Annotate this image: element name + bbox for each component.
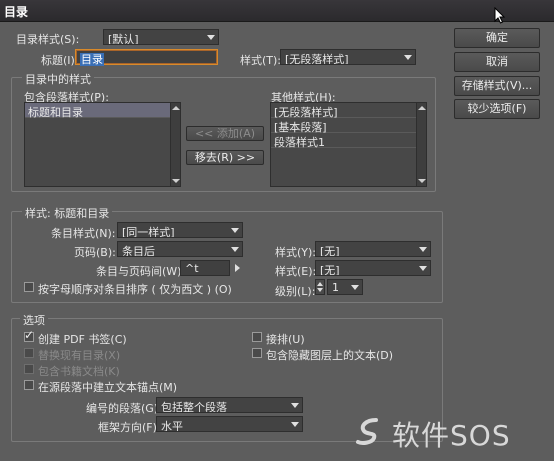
title-input[interactable]: 目录 bbox=[75, 49, 218, 66]
stepper-down-icon[interactable] bbox=[317, 288, 323, 292]
level-dropdown[interactable]: 1 bbox=[327, 279, 363, 295]
list-item[interactable]: 段落样式1 bbox=[271, 133, 426, 149]
replace-existing-checkbox[interactable] bbox=[24, 348, 34, 358]
checkmark-icon: ✓ bbox=[24, 328, 35, 342]
include-book-label: 包含书籍文档(K) bbox=[38, 365, 120, 378]
page-style-dropdown[interactable]: [无] bbox=[315, 241, 431, 257]
scroll-down-icon[interactable] bbox=[172, 179, 180, 183]
scroll-down-icon[interactable] bbox=[418, 179, 426, 183]
chevron-down-icon bbox=[231, 247, 239, 252]
sort-alpha-checkbox[interactable] bbox=[24, 282, 34, 292]
numbered-label: 编号的段落(G): bbox=[86, 402, 162, 415]
between-style-value: [无] bbox=[320, 264, 340, 276]
add-button[interactable]: << 添加(A) bbox=[186, 126, 264, 141]
options-group-title: 选项 bbox=[20, 312, 48, 328]
chevron-down-icon bbox=[207, 35, 215, 40]
numbered-dropdown[interactable]: 包括整个段落 bbox=[156, 397, 303, 413]
include-hidden-checkbox[interactable] bbox=[252, 348, 262, 358]
include-styles-list[interactable]: 标题和目录 bbox=[24, 102, 181, 187]
level-label: 级别(L): bbox=[275, 285, 316, 298]
watermark-logo-icon bbox=[356, 418, 378, 445]
create-anchor-label: 在源段落中建立文本锚点(M) bbox=[38, 381, 178, 394]
replace-existing-label: 替换现有目录(X) bbox=[38, 349, 121, 362]
chevron-down-icon bbox=[404, 55, 412, 60]
remove-button[interactable]: 移去(R) >> bbox=[186, 150, 264, 165]
toc-style-label: 目录样式(S): bbox=[16, 33, 80, 46]
chevron-down-icon bbox=[419, 247, 427, 252]
between-style-label: 样式(E): bbox=[275, 265, 317, 278]
page-style-value: [无] bbox=[320, 245, 340, 257]
level-value: 1 bbox=[332, 281, 339, 294]
fewer-options-button[interactable]: 较少选项(F) bbox=[454, 99, 540, 119]
title-style-value: [无段落样式] bbox=[285, 53, 349, 65]
entry-style-label: 条目样式(N): bbox=[51, 227, 116, 240]
frame-direction-value: 水平 bbox=[161, 420, 183, 432]
level-stepper[interactable] bbox=[315, 279, 325, 295]
scroll-up-icon[interactable] bbox=[172, 106, 180, 110]
entry-style-dropdown[interactable]: [同一样式] bbox=[117, 222, 243, 238]
list-item[interactable]: [基本段落] bbox=[271, 118, 426, 134]
watermark-text: 软件SOS bbox=[392, 419, 511, 452]
page-number-label: 页码(B): bbox=[74, 246, 116, 259]
page-number-dropdown[interactable]: 条目后 bbox=[117, 241, 243, 257]
frame-direction-label: 框架方向(F): bbox=[98, 421, 161, 434]
between-label: 条目与页码间(W): bbox=[96, 265, 186, 278]
list-item[interactable]: 标题和目录 bbox=[25, 103, 180, 119]
mouse-cursor-icon bbox=[494, 7, 506, 24]
create-anchor-checkbox[interactable] bbox=[24, 380, 34, 390]
title-input-value: 目录 bbox=[80, 53, 104, 66]
entry-style-group-title: 样式: 标题和目录 bbox=[22, 205, 113, 221]
title-bar: 目录 bbox=[0, 0, 554, 22]
page-style-label: 样式(Y): bbox=[275, 246, 317, 259]
styles-in-toc-title: 目录中的样式 bbox=[22, 71, 94, 87]
ok-button[interactable]: 确定 bbox=[454, 28, 540, 48]
frame-direction-dropdown[interactable]: 水平 bbox=[156, 416, 303, 432]
cancel-button[interactable]: 取消 bbox=[454, 52, 540, 72]
scrollbar[interactable] bbox=[416, 103, 426, 186]
save-style-button[interactable]: 存储样式(V)... bbox=[454, 76, 540, 96]
scrollbar[interactable] bbox=[170, 103, 180, 186]
run-in-label: 接排(U) bbox=[266, 333, 305, 346]
chevron-down-icon bbox=[231, 228, 239, 233]
list-item[interactable]: [无段落样式] bbox=[271, 103, 426, 119]
between-style-dropdown[interactable]: [无] bbox=[315, 260, 431, 276]
stepper-up-icon[interactable] bbox=[317, 282, 323, 286]
numbered-value: 包括整个段落 bbox=[161, 401, 227, 413]
scroll-up-icon[interactable] bbox=[418, 106, 426, 110]
style-label: 样式(T): bbox=[240, 54, 282, 67]
chevron-down-icon bbox=[419, 266, 427, 271]
toc-style-dropdown[interactable]: [默认] bbox=[103, 29, 219, 45]
title-label: 标题(I): bbox=[41, 54, 79, 67]
between-input[interactable]: ^t bbox=[180, 260, 230, 276]
chevron-down-icon bbox=[291, 403, 299, 408]
include-hidden-label: 包含隐藏图层上的文本(D) bbox=[266, 349, 394, 362]
chevron-down-icon bbox=[291, 422, 299, 427]
special-char-menu-icon[interactable] bbox=[235, 264, 240, 272]
other-styles-list[interactable]: [无段落样式] [基本段落] 段落样式1 bbox=[270, 102, 427, 187]
sort-alpha-label: 按字母顺序对条目排序 ( 仅为西文 ) (O) bbox=[38, 283, 232, 296]
entry-style-value: [同一样式] bbox=[122, 226, 175, 238]
include-book-checkbox[interactable] bbox=[24, 364, 34, 374]
toc-style-value: [默认] bbox=[108, 33, 139, 45]
chevron-down-icon bbox=[351, 285, 359, 290]
run-in-checkbox[interactable] bbox=[252, 332, 262, 342]
title-style-dropdown[interactable]: [无段落样式] bbox=[280, 49, 416, 65]
create-pdf-label: 创建 PDF 书签(C) bbox=[38, 333, 127, 346]
window-title: 目录 bbox=[4, 5, 29, 19]
page-number-value: 条目后 bbox=[122, 245, 155, 257]
between-value: ^t bbox=[185, 262, 199, 275]
